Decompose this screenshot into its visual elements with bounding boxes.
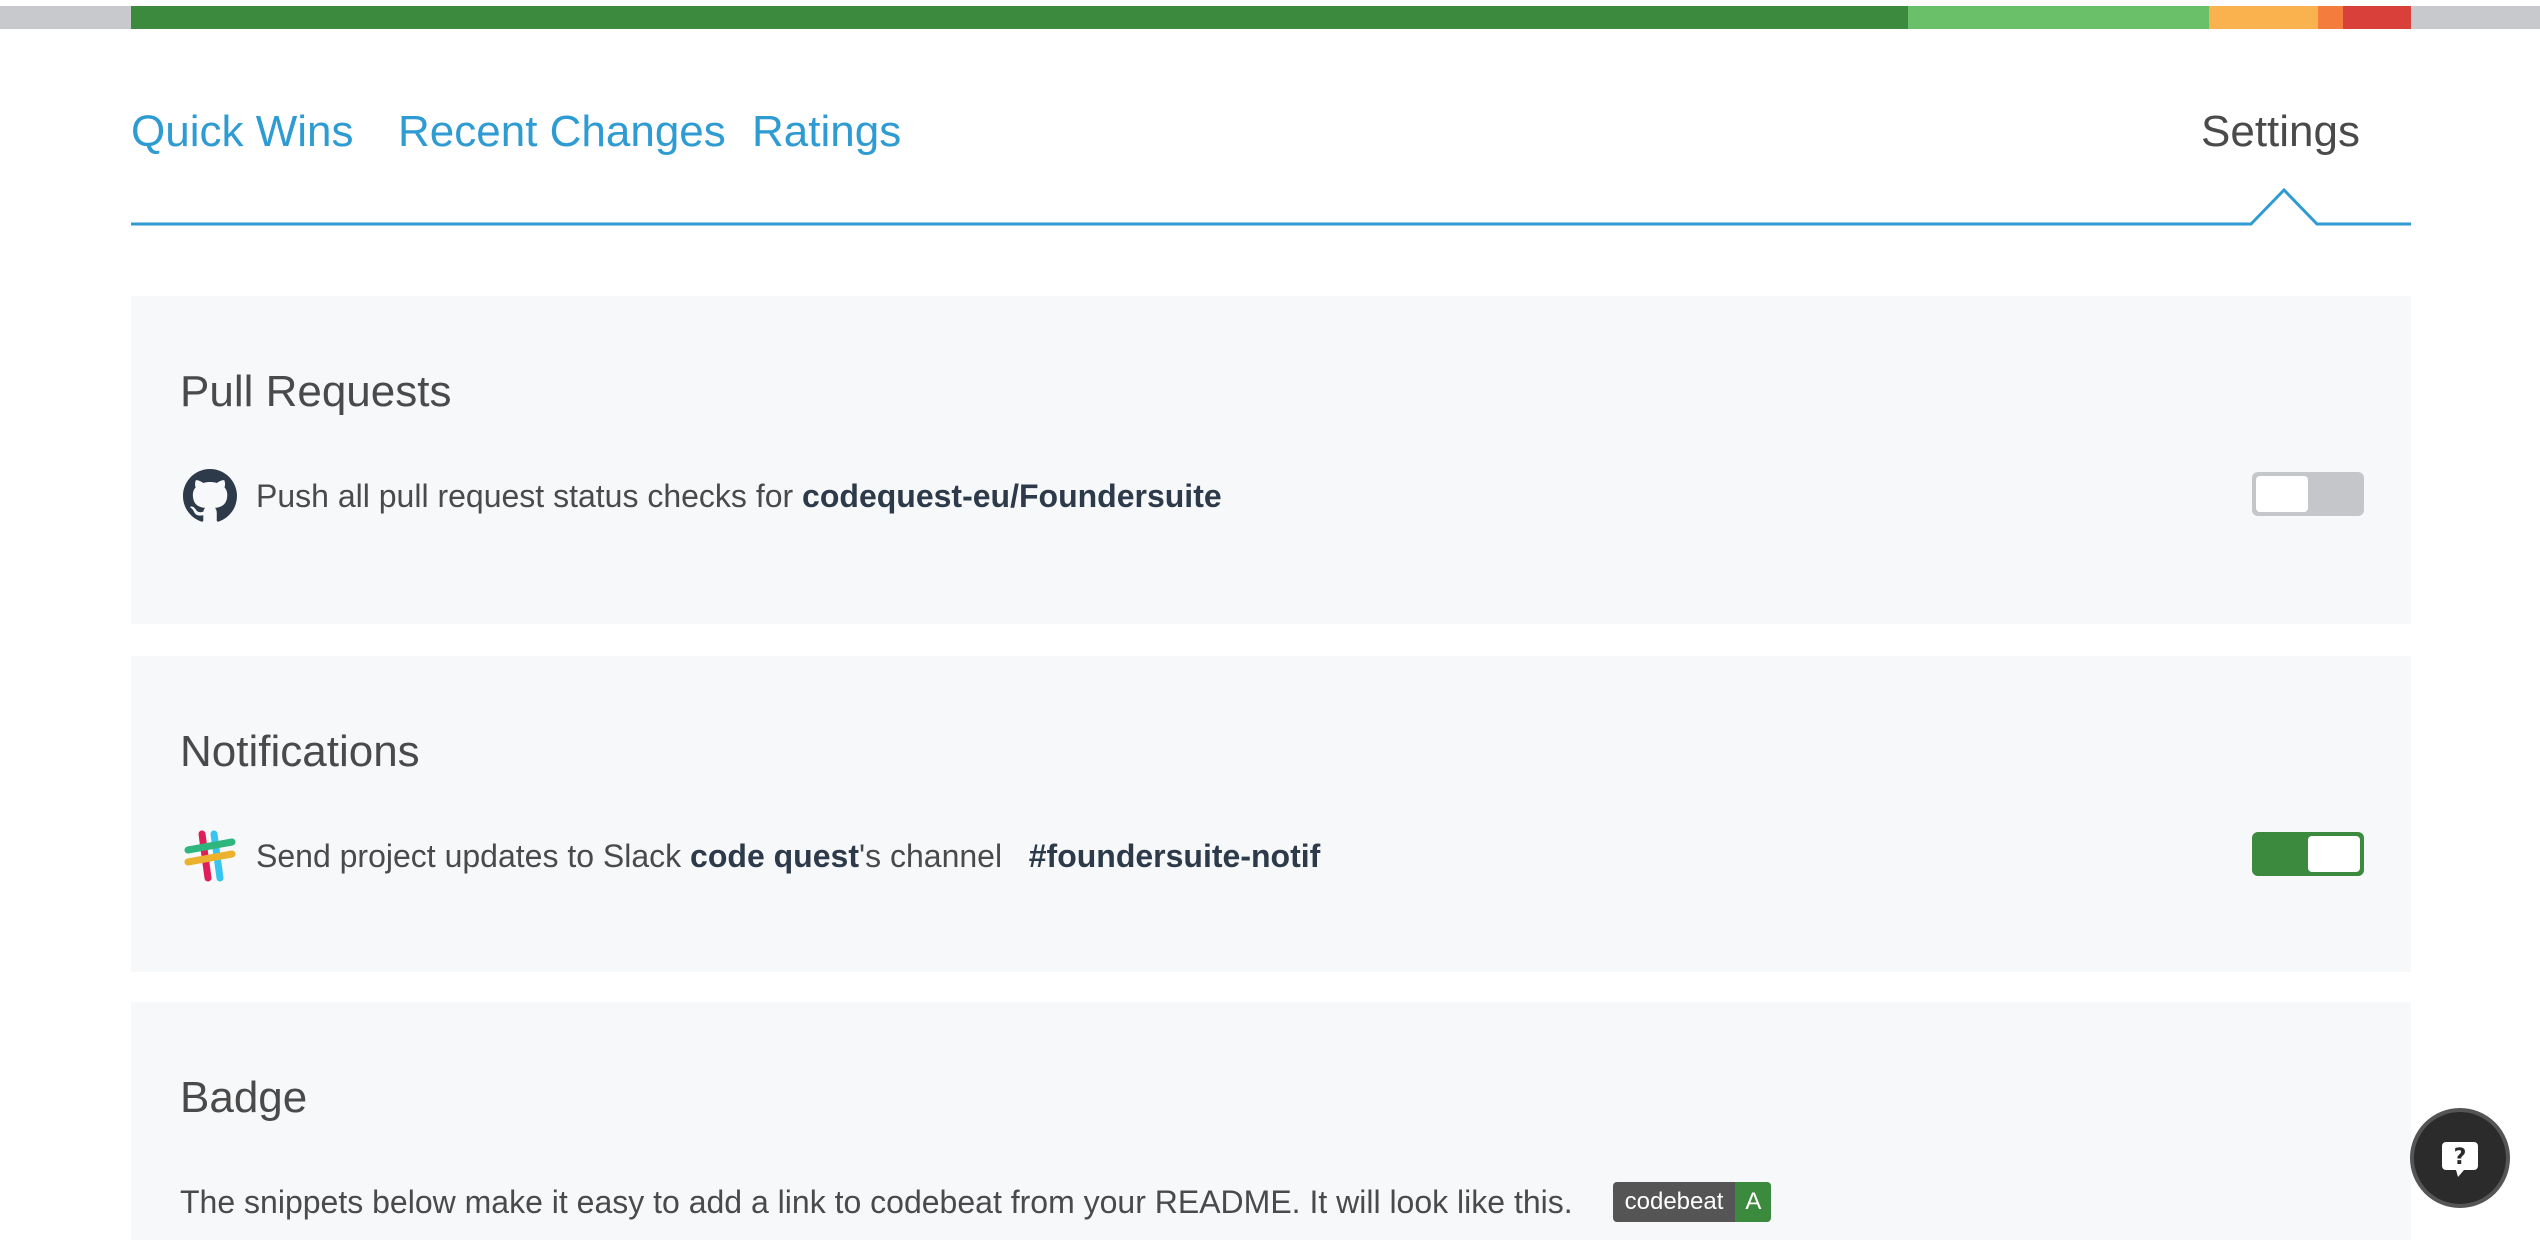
rating-distribution-bar <box>0 6 2540 29</box>
slack-channel-name: #foundersuite-notif <box>1028 837 1321 874</box>
github-icon <box>180 466 240 526</box>
notifications-section: Notifications Send project updates to Sl… <box>131 656 2411 972</box>
toggle-knob <box>2256 476 2308 512</box>
pull-requests-section: Pull Requests Push all pull request stat… <box>131 296 2411 624</box>
badge-description: The snippets below make it easy to add a… <box>180 1183 1573 1220</box>
rating-segment-c <box>2209 6 2318 29</box>
tab-settings[interactable]: Settings <box>2201 110 2360 154</box>
section-title: Notifications <box>180 727 420 776</box>
help-icon: ? <box>2442 1142 2478 1177</box>
badge-section: Badge The snippets below make it easy to… <box>131 1002 2411 1240</box>
pull-requests-text: Push all pull request status checks for <box>256 477 794 514</box>
slack-team-name: code quest <box>690 837 859 874</box>
badge-row: The snippets below make it easy to add a… <box>180 1182 1772 1222</box>
badge-grade: A <box>1735 1182 1772 1222</box>
section-title: Pull Requests <box>180 367 452 416</box>
repository-name: codequest-eu/Foundersuite <box>802 477 1222 514</box>
notifications-toggle[interactable] <box>2252 832 2364 876</box>
pull-requests-row: Push all pull request status checks for … <box>180 466 1222 526</box>
toggle-knob <box>2308 836 2360 872</box>
help-symbol: ? <box>2454 1145 2467 1170</box>
slack-icon <box>180 826 240 886</box>
rating-segment-b <box>1908 6 2209 29</box>
codebeat-badge: codebeat A <box>1612 1182 1772 1222</box>
section-title: Badge <box>180 1073 308 1122</box>
rating-segment-d <box>2318 6 2343 29</box>
notifications-text: Send project updates to Slack <box>256 837 682 874</box>
tab-underline <box>131 187 2411 226</box>
badge-label: codebeat <box>1612 1182 1736 1222</box>
tab-ratings[interactable]: Ratings <box>752 110 901 154</box>
rating-segment-f <box>2343 6 2411 29</box>
pull-requests-toggle[interactable] <box>2252 472 2364 516</box>
tab-recent-changes[interactable]: Recent Changes <box>398 110 726 154</box>
tab-quick-wins[interactable]: Quick Wins <box>131 110 353 154</box>
tab-bar: Quick Wins Recent Changes Ratings Settin… <box>131 60 2411 228</box>
rating-segment-a <box>131 6 1908 29</box>
help-chat-button[interactable]: ? <box>2410 1108 2510 1208</box>
notifications-text-middle: 's channel <box>858 837 1003 874</box>
notifications-row: Send project updates to Slack code quest… <box>180 826 1320 886</box>
